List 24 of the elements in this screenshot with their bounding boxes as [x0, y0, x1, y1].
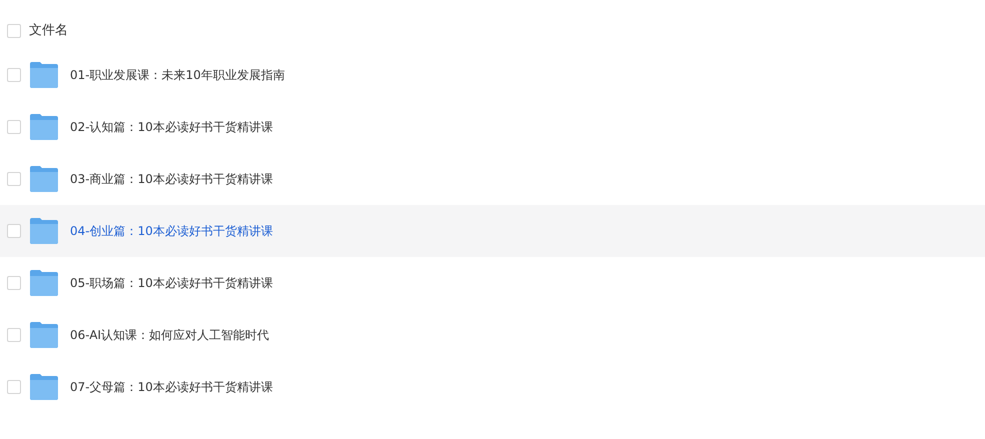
folder-icon: [29, 217, 59, 245]
folder-name[interactable]: 04-创业篇：10本必读好书干货精讲课: [70, 222, 273, 240]
checkbox[interactable]: [7, 68, 21, 82]
folder-icon: [29, 269, 59, 297]
folder-icon: [29, 373, 59, 401]
checkbox[interactable]: [7, 24, 21, 38]
checkbox[interactable]: [7, 224, 21, 238]
folder-icon: [29, 61, 59, 89]
folder-name[interactable]: 03-商业篇：10本必读好书干货精讲课: [70, 170, 273, 188]
folder-name[interactable]: 02-认知篇：10本必读好书干货精讲课: [70, 118, 273, 136]
folder-icon: [29, 165, 59, 193]
checkbox[interactable]: [7, 380, 21, 394]
folder-name[interactable]: 05-职场篇：10本必读好书干货精讲课: [70, 274, 273, 292]
column-header[interactable]: 文件名: [29, 21, 68, 41]
folder-icon: [29, 113, 59, 141]
checkbox[interactable]: [7, 276, 21, 290]
folder-name[interactable]: 07-父母篇：10本必读好书干货精讲课: [70, 378, 273, 396]
file-row[interactable]: 04-创业篇：10本必读好书干货精讲课: [0, 205, 985, 257]
checkbox[interactable]: [7, 328, 21, 342]
folder-icon: [29, 321, 59, 349]
checkbox[interactable]: [7, 120, 21, 134]
checkbox[interactable]: [7, 172, 21, 186]
folder-name[interactable]: 01-职业发展课：未来10年职业发展指南: [70, 66, 285, 84]
folder-name[interactable]: 06-AI认知课：如何应对人工智能时代: [70, 326, 270, 344]
